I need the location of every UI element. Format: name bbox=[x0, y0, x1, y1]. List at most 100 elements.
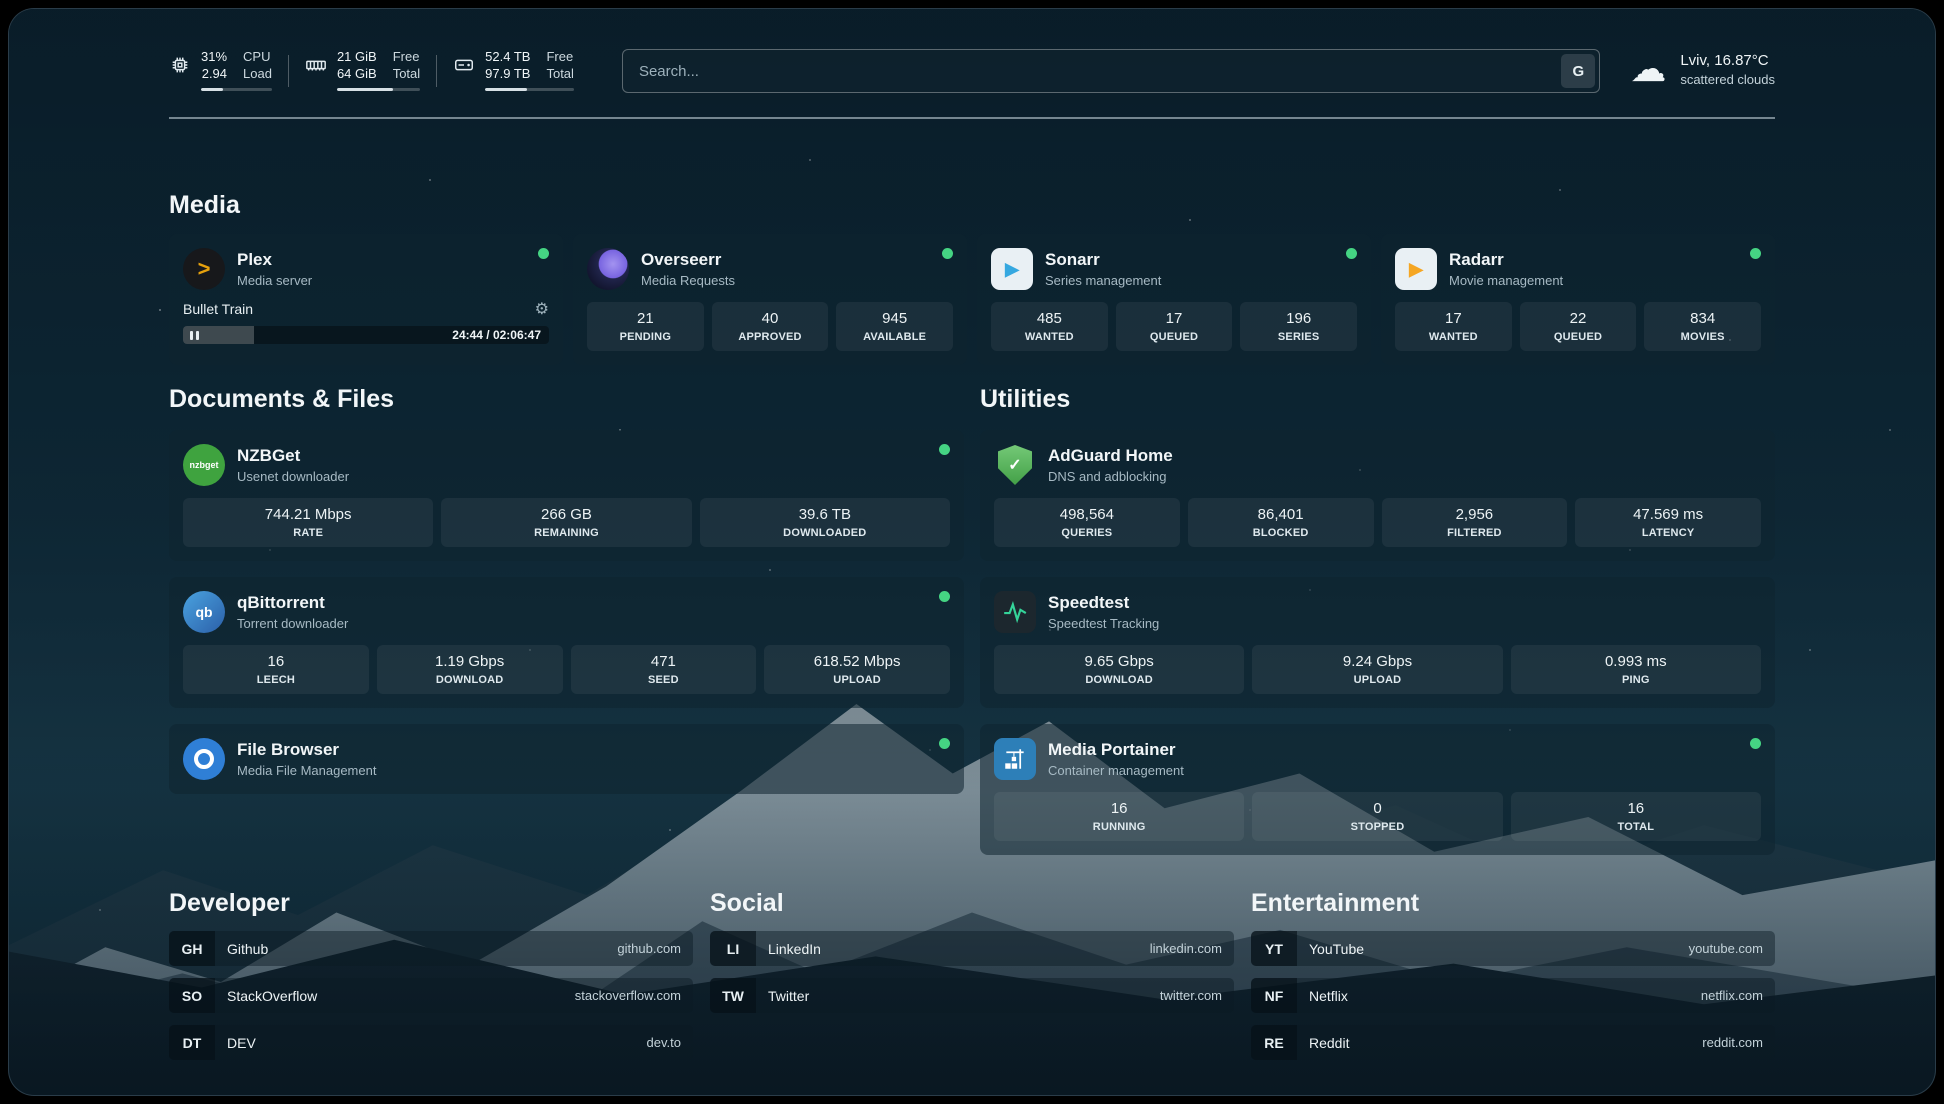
filebrowser-icon bbox=[183, 738, 225, 780]
service-name: AdGuard Home bbox=[1048, 446, 1173, 466]
playback-progress-bar[interactable]: 24:44 / 02:06:47 bbox=[183, 326, 549, 344]
service-name: Speedtest bbox=[1048, 593, 1159, 613]
service-desc: Media Requests bbox=[641, 273, 735, 288]
search-container: G bbox=[622, 49, 1600, 93]
bookmark-name: Reddit bbox=[1309, 1035, 1349, 1051]
bookmark-reddit[interactable]: RE Reddit reddit.com bbox=[1251, 1025, 1775, 1060]
cpu-load-value: 2.94 bbox=[201, 66, 227, 83]
topbar-separator bbox=[288, 55, 289, 87]
weather-condition: scattered clouds bbox=[1680, 72, 1775, 87]
card-sonarr[interactable]: ▶ Sonarr Series management 485WANTED 17Q… bbox=[977, 234, 1371, 365]
bookmark-name: LinkedIn bbox=[768, 941, 821, 957]
dashboard-screen: 31% CPU 2.94 Load 21 bbox=[8, 8, 1936, 1096]
card-radarr[interactable]: ▶ Radarr Movie management 17WANTED 22QUE… bbox=[1381, 234, 1775, 365]
cpu-monitor: 31% CPU 2.94 Load bbox=[169, 49, 272, 91]
utilities-heading: Utilities bbox=[980, 385, 1775, 414]
bookmark-name: StackOverflow bbox=[227, 988, 317, 1004]
status-badge bbox=[1750, 248, 1761, 259]
stat-stopped: 0STOPPED bbox=[1252, 792, 1502, 841]
qbittorrent-icon: qb bbox=[183, 591, 225, 633]
service-name: File Browser bbox=[237, 740, 376, 760]
now-playing-title: Bullet Train bbox=[183, 301, 253, 317]
bookmark-abbr: SO bbox=[169, 978, 215, 1013]
developer-heading: Developer bbox=[169, 889, 693, 918]
stat-remaining: 266 GBREMAINING bbox=[441, 498, 691, 547]
status-badge bbox=[939, 738, 950, 749]
service-name: Sonarr bbox=[1045, 250, 1161, 270]
gear-icon[interactable]: ⚙ bbox=[535, 299, 549, 319]
card-overseerr[interactable]: Overseerr Media Requests 21PENDING 40APP… bbox=[573, 234, 967, 365]
bookmark-netflix[interactable]: NF Netflix netflix.com bbox=[1251, 978, 1775, 1013]
section-utilities: Utilities ✓ AdGuard Home DNS and adblock… bbox=[980, 385, 1775, 855]
pause-icon[interactable] bbox=[190, 331, 199, 340]
disk-progress-fill bbox=[485, 88, 527, 91]
bookmark-stackoverflow[interactable]: SO StackOverflow stackoverflow.com bbox=[169, 978, 693, 1013]
card-adguard[interactable]: ✓ AdGuard Home DNS and adblocking 498,56… bbox=[980, 430, 1775, 561]
service-desc: Torrent downloader bbox=[237, 616, 348, 631]
memory-progress-fill bbox=[337, 88, 393, 91]
bookmark-abbr: TW bbox=[710, 978, 756, 1013]
bookmark-twitter[interactable]: TW Twitter twitter.com bbox=[710, 978, 1234, 1013]
memory-monitor: 21 GiB Free 64 GiB Total bbox=[305, 49, 420, 91]
stat-wanted: 485WANTED bbox=[991, 302, 1108, 351]
search-engine-button[interactable]: G bbox=[1561, 54, 1595, 88]
bookmark-url: dev.to bbox=[647, 1035, 681, 1050]
bookmark-linkedin[interactable]: LI LinkedIn linkedin.com bbox=[710, 931, 1234, 966]
bookmark-url: reddit.com bbox=[1702, 1035, 1763, 1050]
stat-rate: 744.21 MbpsRATE bbox=[183, 498, 433, 547]
service-name: Media Portainer bbox=[1048, 740, 1184, 760]
plex-icon: > bbox=[183, 248, 225, 290]
card-qbittorrent[interactable]: qb qBittorrent Torrent downloader 16LEEC… bbox=[169, 577, 964, 708]
bookmark-abbr: LI bbox=[710, 931, 756, 966]
cloud-icon: ☁ bbox=[1630, 51, 1666, 87]
bookmark-url: github.com bbox=[617, 941, 681, 956]
memory-icon bbox=[305, 54, 327, 81]
status-badge bbox=[1750, 738, 1761, 749]
entertainment-heading: Entertainment bbox=[1251, 889, 1775, 918]
stat-approved: 40APPROVED bbox=[712, 302, 829, 351]
card-speedtest[interactable]: Speedtest Speedtest Tracking 9.65 GbpsDO… bbox=[980, 577, 1775, 708]
bookmark-github[interactable]: GH Github github.com bbox=[169, 931, 693, 966]
nzbget-icon: nzbget bbox=[183, 444, 225, 486]
card-filebrowser[interactable]: File Browser Media File Management bbox=[169, 724, 964, 794]
cpu-usage-value: 31% bbox=[201, 49, 227, 66]
stat-queued: 22QUEUED bbox=[1520, 302, 1637, 351]
disk-monitor: 52.4 TB Free 97.9 TB Total bbox=[453, 49, 574, 91]
bookmark-group-social: Social LI LinkedIn linkedin.com TW Twitt… bbox=[710, 889, 1234, 1060]
topbar-separator bbox=[436, 55, 437, 87]
stat-downloaded: 39.6 TBDOWNLOADED bbox=[700, 498, 950, 547]
bookmark-abbr: DT bbox=[169, 1025, 215, 1060]
bookmark-url: youtube.com bbox=[1689, 941, 1763, 956]
portainer-icon bbox=[994, 738, 1036, 780]
card-plex[interactable]: > Plex Media server Bullet Train ⚙ 24:44 bbox=[169, 234, 563, 365]
documents-heading: Documents & Files bbox=[169, 385, 964, 414]
card-nzbget[interactable]: nzbget NZBGet Usenet downloader 744.21 M… bbox=[169, 430, 964, 561]
stat-latency: 47.569 msLATENCY bbox=[1575, 498, 1761, 547]
bookmark-dev[interactable]: DT DEV dev.to bbox=[169, 1025, 693, 1060]
status-badge bbox=[939, 591, 950, 602]
service-name: Radarr bbox=[1449, 250, 1563, 270]
service-desc: Container management bbox=[1048, 763, 1184, 778]
search-input[interactable] bbox=[622, 49, 1600, 93]
stat-leech: 16LEECH bbox=[183, 645, 369, 694]
bookmark-youtube[interactable]: YT YouTube youtube.com bbox=[1251, 931, 1775, 966]
service-desc: Usenet downloader bbox=[237, 469, 349, 484]
card-portainer[interactable]: Media Portainer Container management 16R… bbox=[980, 724, 1775, 855]
disk-total-value: 97.9 TB bbox=[485, 66, 530, 83]
stat-queries: 498,564QUERIES bbox=[994, 498, 1180, 547]
stat-blocked: 86,401BLOCKED bbox=[1188, 498, 1374, 547]
cpu-icon bbox=[169, 54, 191, 81]
bookmark-url: stackoverflow.com bbox=[575, 988, 681, 1003]
bookmark-name: YouTube bbox=[1309, 941, 1364, 957]
bookmark-group-entertainment: Entertainment YT YouTube youtube.com NF … bbox=[1251, 889, 1775, 1060]
service-name: Overseerr bbox=[641, 250, 735, 270]
header-divider bbox=[169, 117, 1775, 119]
service-desc: Series management bbox=[1045, 273, 1161, 288]
stat-series: 196SERIES bbox=[1240, 302, 1357, 351]
social-heading: Social bbox=[710, 889, 1234, 918]
memory-label-bottom: Total bbox=[393, 66, 420, 83]
stat-available: 945AVAILABLE bbox=[836, 302, 953, 351]
weather-widget[interactable]: ☁ Lviv, 16.87°C scattered clouds bbox=[1600, 51, 1775, 87]
service-desc: Media File Management bbox=[237, 763, 376, 778]
bookmark-name: Netflix bbox=[1309, 988, 1348, 1004]
